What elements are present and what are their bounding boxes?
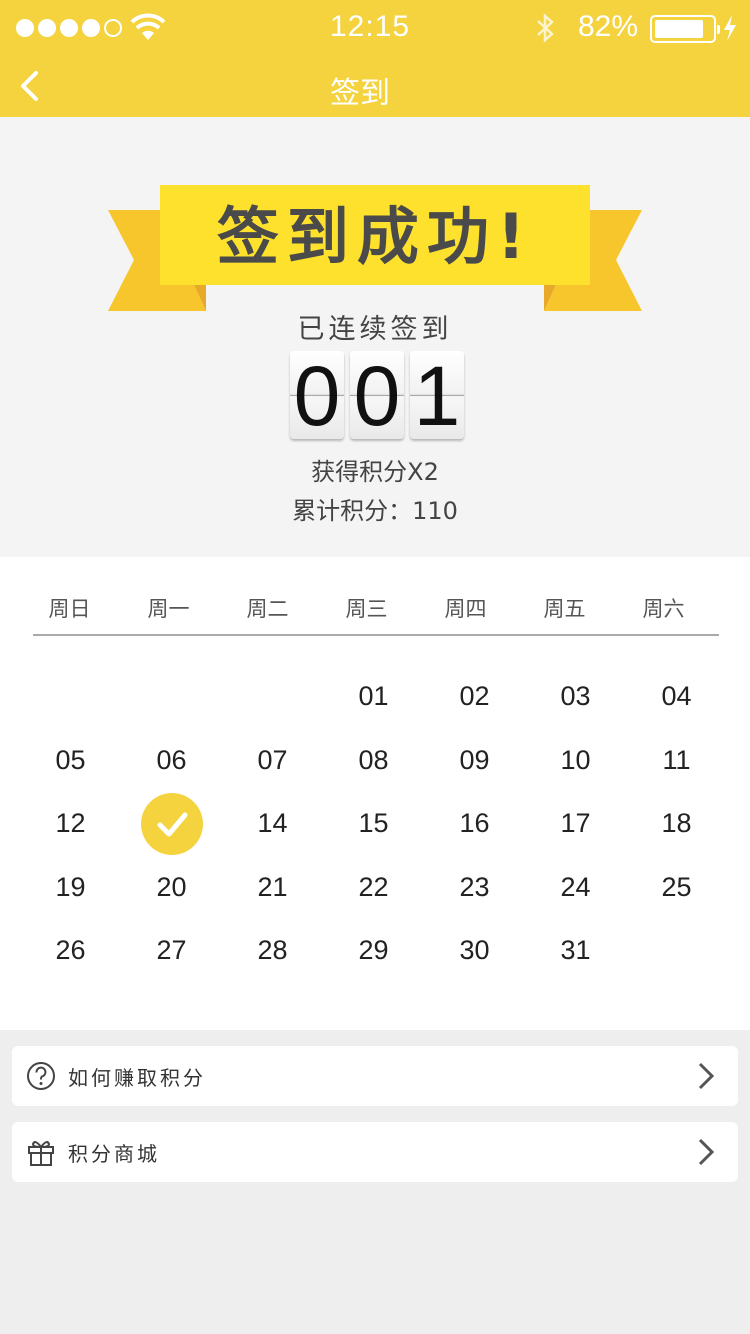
calendar-day[interactable]: 17	[525, 792, 626, 856]
calendar-day[interactable]: 30	[424, 919, 525, 983]
success-banner-text: 签到成功!	[216, 200, 534, 273]
calendar-day[interactable]: 16	[424, 792, 525, 856]
points-mall-item[interactable]: 积分商城	[12, 1122, 738, 1182]
calendar-day[interactable]: 02	[424, 665, 525, 729]
calendar-day[interactable]: 27	[121, 919, 222, 983]
nav-bar: 签到	[0, 56, 750, 117]
battery-percentage: 82%	[578, 10, 639, 43]
calendar-day[interactable]: 06	[121, 729, 222, 793]
streak-label: 已连续签到	[297, 314, 453, 345]
streak-counter: 0 0 1	[290, 351, 464, 441]
calendar-blank-cell	[222, 665, 323, 729]
points-bonus: 获得积分X2	[311, 458, 439, 486]
calendar-day[interactable]: 19	[20, 856, 121, 920]
total-points: 累计积分：110	[292, 497, 458, 525]
weekday-label: 周一	[147, 597, 190, 621]
bluetooth-icon	[537, 13, 554, 43]
calendar-day[interactable]: 08	[323, 729, 424, 793]
calendar-day[interactable]: 20	[121, 856, 222, 920]
battery-icon	[650, 15, 720, 43]
calendar-day[interactable]: 31	[525, 919, 626, 983]
calendar-day[interactable]: 05	[20, 729, 121, 793]
checkin-success-panel: 签到成功! 已连续签到 0 0 1 获得积分X2 累计积分：110	[0, 117, 750, 557]
calendar-day[interactable]: 24	[525, 856, 626, 920]
chevron-right-icon	[698, 1062, 715, 1090]
page-title: 签到	[330, 76, 390, 111]
calendar-day[interactable]: 04	[626, 665, 727, 729]
how-to-earn-points-item[interactable]: 如何赚取积分	[12, 1046, 738, 1106]
calendar-blank-cell	[20, 665, 121, 729]
calendar-day[interactable]: 22	[323, 856, 424, 920]
weekday-label: 周四	[444, 597, 487, 621]
calendar-day[interactable]: 07	[222, 729, 323, 793]
calendar-day[interactable]: 12	[20, 792, 121, 856]
gift-icon	[28, 1141, 54, 1166]
calendar-day[interactable]: 09	[424, 729, 525, 793]
weekday-label: 周三	[345, 597, 388, 621]
question-circle-icon	[27, 1062, 55, 1090]
streak-digit: 1	[410, 351, 464, 441]
checkin-calendar: 周日 周一 周二 周三 周四 周五 周六 01 02 03 04 05 06 07 08 09 1…	[0, 557, 750, 1030]
weekday-header: 周日 周一 周二 周三 周四 周五 周六	[20, 593, 720, 623]
calendar-day[interactable]: 29	[323, 919, 424, 983]
how-to-earn-points-label: 如何赚取积分	[68, 1066, 206, 1090]
calendar-day[interactable]: 11	[626, 729, 727, 793]
calendar-day[interactable]: 18	[626, 792, 727, 856]
calendar-blank-cell	[121, 665, 222, 729]
charging-bolt-icon	[724, 15, 736, 41]
calendar-day[interactable]: 15	[323, 792, 424, 856]
weekday-label: 周六	[642, 597, 685, 621]
calendar-day[interactable]: 10	[525, 729, 626, 793]
points-mall-label: 积分商城	[68, 1142, 160, 1166]
calendar-days: 01 02 03 04 05 06 07 08 09 10 11 12 14 15 16 17 18 19 20 21…	[20, 665, 727, 983]
weekday-label: 周日	[48, 597, 91, 621]
weekday-label: 周二	[246, 597, 289, 621]
top-bar: 12:15 82% 签到	[0, 0, 750, 117]
calendar-day[interactable]: 01	[323, 665, 424, 729]
status-bar: 12:15 82%	[0, 0, 750, 56]
checkmark-icon	[140, 792, 203, 855]
calendar-day[interactable]: 03	[525, 665, 626, 729]
calendar-day[interactable]: 25	[626, 856, 727, 920]
calendar-day[interactable]: 26	[20, 919, 121, 983]
weekday-label: 周五	[543, 597, 586, 621]
divider	[33, 634, 719, 636]
streak-digit: 0	[290, 351, 344, 441]
calendar-day[interactable]: 23	[424, 856, 525, 920]
calendar-day[interactable]: 21	[222, 856, 323, 920]
streak-digit: 0	[350, 351, 404, 441]
calendar-day[interactable]: 14	[222, 792, 323, 856]
calendar-day[interactable]: 28	[222, 919, 323, 983]
calendar-day-checked[interactable]	[121, 792, 222, 856]
chevron-right-icon	[698, 1138, 715, 1166]
